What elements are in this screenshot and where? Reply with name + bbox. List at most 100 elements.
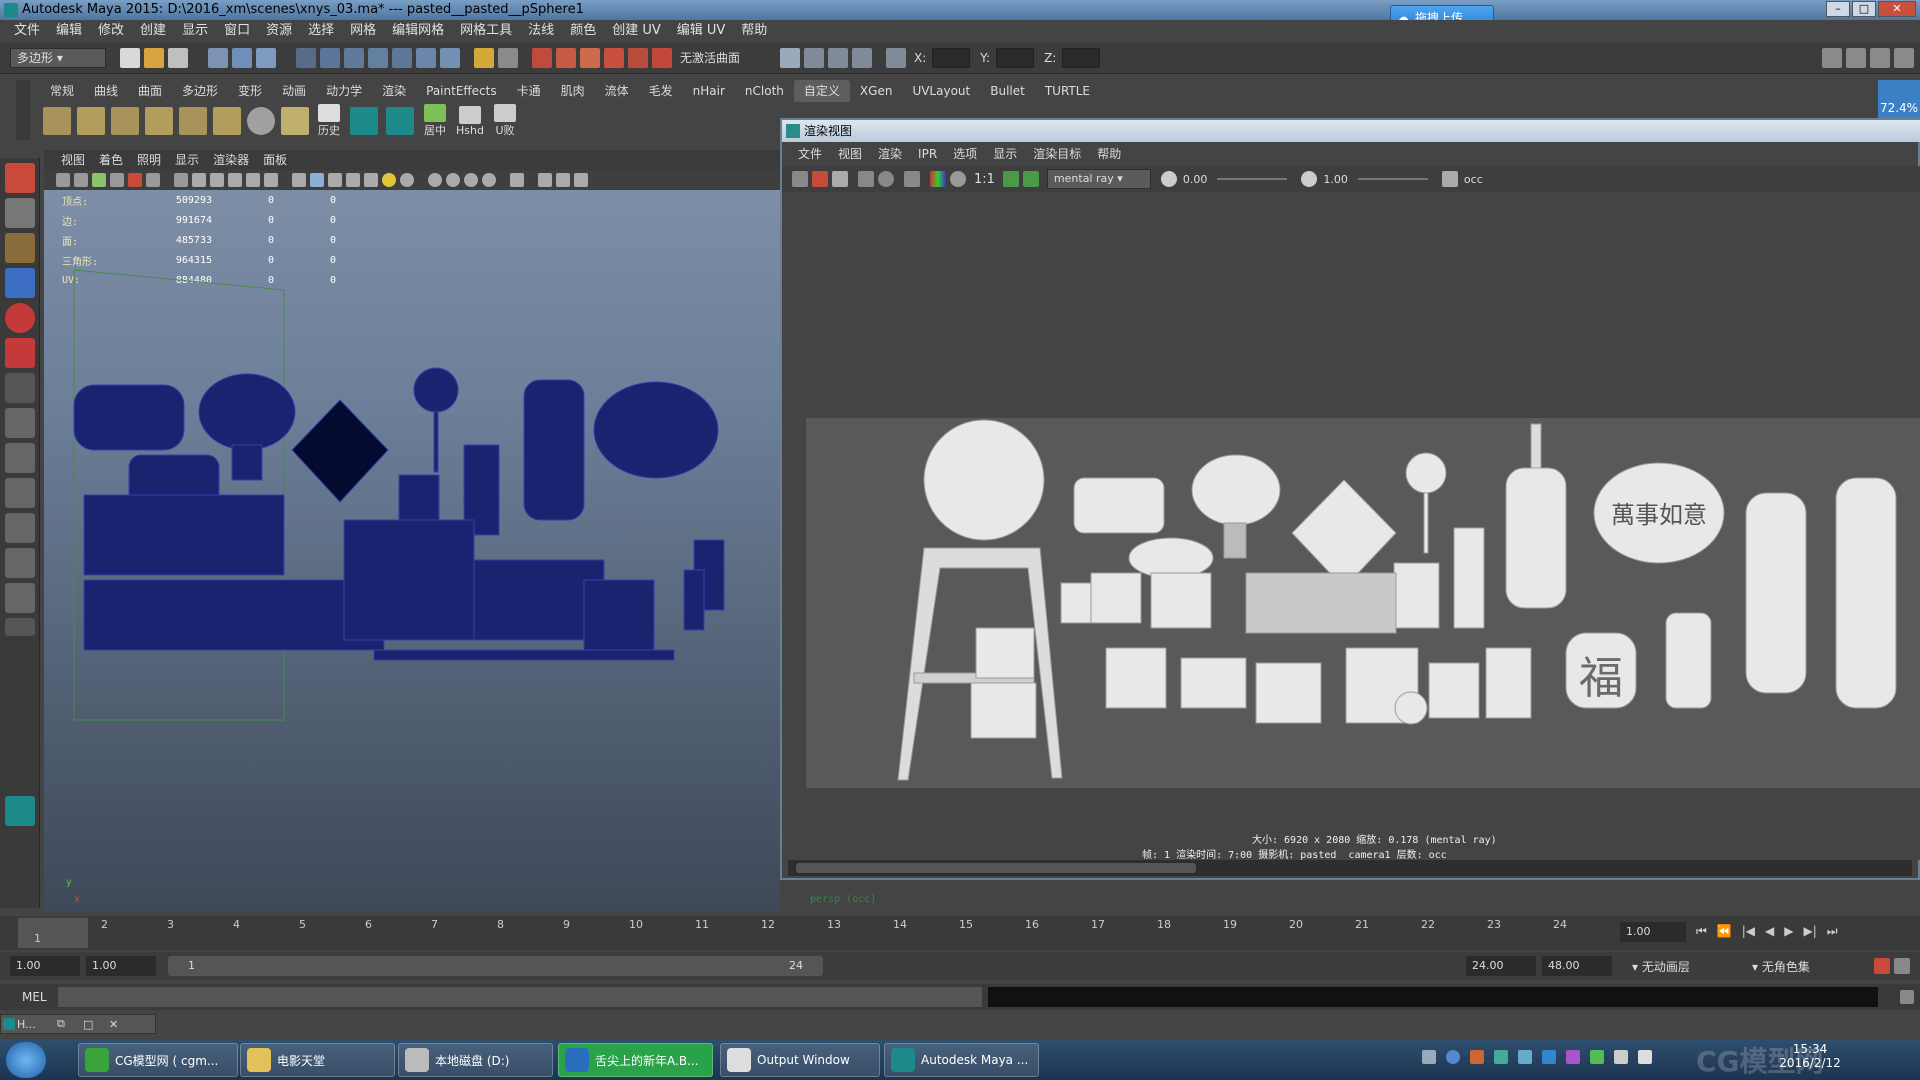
field-chart-icon[interactable] bbox=[210, 173, 224, 187]
shelf-tool-icon[interactable] bbox=[43, 107, 71, 135]
menu-mesh[interactable]: 网格 bbox=[342, 20, 384, 42]
tray-icon[interactable] bbox=[1422, 1050, 1436, 1064]
maya-shelf-icon[interactable] bbox=[386, 107, 414, 135]
shelf-history-button[interactable]: 历史 bbox=[316, 104, 342, 138]
rv-menu-options[interactable]: 选项 bbox=[945, 144, 985, 164]
magnet-icon[interactable] bbox=[474, 47, 494, 68]
remove-image-icon[interactable] bbox=[1022, 171, 1039, 187]
rv-menu-display[interactable]: 显示 bbox=[985, 144, 1025, 164]
xray-icon[interactable] bbox=[482, 173, 496, 187]
render-frame-icon[interactable] bbox=[532, 47, 552, 68]
tray-icon[interactable] bbox=[1470, 1050, 1484, 1064]
history-icon[interactable] bbox=[416, 47, 436, 68]
tab-toon[interactable]: 卡通 bbox=[507, 80, 551, 102]
new-scene-icon[interactable] bbox=[120, 47, 140, 68]
rv-menu-help[interactable]: 帮助 bbox=[1089, 144, 1129, 164]
tab-polygons[interactable]: 多边形 bbox=[172, 80, 228, 102]
gamma-value[interactable]: 1.00 bbox=[1323, 173, 1348, 186]
taskbar-item[interactable]: CG模型网 ( cgm... bbox=[78, 1043, 238, 1077]
menu-normals[interactable]: 法线 bbox=[520, 20, 562, 42]
menu-file[interactable]: 文件 bbox=[6, 20, 48, 42]
menu-help[interactable]: 帮助 bbox=[733, 20, 775, 42]
step-back-key-icon[interactable]: |◀ bbox=[1742, 924, 1755, 939]
ipr-icon[interactable] bbox=[858, 171, 874, 187]
menu-mesh-tools[interactable]: 网格工具 bbox=[452, 20, 520, 42]
lasso-tool-icon[interactable] bbox=[5, 198, 35, 228]
vp-menu-renderer[interactable]: 渲染器 bbox=[206, 150, 256, 170]
keep-image-icon[interactable] bbox=[1002, 171, 1019, 187]
shelf-tool-icon[interactable] bbox=[111, 107, 139, 135]
layout-outliner-icon[interactable] bbox=[5, 513, 35, 543]
wechat-tray-icon[interactable] bbox=[1590, 1050, 1604, 1064]
construction-history-icon[interactable] bbox=[498, 47, 518, 68]
tab-deformation[interactable]: 变形 bbox=[228, 80, 272, 102]
help-tray-icon[interactable] bbox=[1446, 1050, 1460, 1064]
tab-fluids[interactable]: 流体 bbox=[595, 80, 639, 102]
maximize-icon[interactable]: □ bbox=[83, 1018, 109, 1031]
tab-surfaces[interactable]: 曲面 bbox=[128, 80, 172, 102]
step-forward-key-icon[interactable]: ▶| bbox=[1804, 924, 1817, 939]
select-tool-icon[interactable] bbox=[5, 163, 35, 193]
taskbar-item[interactable]: 舌尖上的新年A.B... bbox=[558, 1043, 713, 1077]
layout-four-icon[interactable] bbox=[5, 443, 35, 473]
shelf-tool-icon[interactable] bbox=[213, 107, 241, 135]
tray-icon[interactable] bbox=[1494, 1050, 1508, 1064]
tray-icon[interactable] bbox=[1566, 1050, 1580, 1064]
last-tool-icon[interactable] bbox=[5, 373, 35, 403]
menu-color[interactable]: 颜色 bbox=[562, 20, 604, 42]
select-component-icon[interactable] bbox=[256, 47, 276, 68]
end-time-field[interactable]: 48.00 bbox=[1542, 956, 1612, 976]
menu-select[interactable]: 选择 bbox=[300, 20, 342, 42]
render-layer-value[interactable]: occ bbox=[1464, 173, 1483, 186]
layout-custom-icon[interactable] bbox=[5, 583, 35, 613]
film-gate-icon[interactable] bbox=[146, 173, 160, 187]
shelf-tool-icon[interactable] bbox=[281, 107, 309, 135]
anim-layer-dropdown[interactable]: ▾ 无动画层 bbox=[1632, 958, 1742, 975]
play-forward-icon[interactable]: ▶ bbox=[1784, 924, 1793, 939]
rv-menu-render-target[interactable]: 渲染目标 bbox=[1025, 144, 1089, 164]
tab-rendering[interactable]: 渲染 bbox=[372, 80, 416, 102]
network-tray-icon[interactable] bbox=[1614, 1050, 1628, 1064]
tab-curves[interactable]: 曲线 bbox=[84, 80, 128, 102]
go-to-end-icon[interactable]: ⏭ bbox=[1827, 924, 1838, 939]
select-object-icon[interactable] bbox=[232, 47, 252, 68]
tab-bullet[interactable]: Bullet bbox=[980, 80, 1035, 102]
minimized-window[interactable]: H... ⧉ □ ✕ bbox=[0, 1014, 156, 1034]
image-plane-icon[interactable] bbox=[110, 173, 124, 187]
resolution-gate-icon[interactable] bbox=[174, 173, 188, 187]
scrollbar-thumb[interactable] bbox=[796, 863, 1196, 873]
hypershade-icon[interactable] bbox=[604, 47, 624, 68]
shelf-options[interactable] bbox=[16, 80, 30, 140]
tool-settings-icon[interactable] bbox=[1870, 47, 1890, 68]
smooth-shade-icon[interactable] bbox=[292, 173, 306, 187]
wireframe-icon[interactable] bbox=[264, 173, 278, 187]
mode-selector[interactable]: 多边形 ▾ bbox=[10, 47, 106, 68]
layout-single-icon[interactable] bbox=[5, 408, 35, 438]
shelf-center-button[interactable]: 居中 bbox=[422, 104, 448, 138]
tray-icon[interactable] bbox=[1542, 1050, 1556, 1064]
render-view-scrollbar[interactable] bbox=[788, 860, 1912, 876]
xray-joints-icon[interactable] bbox=[538, 173, 552, 187]
time-slider[interactable]: 1 2 3 4 5 6 7 8 9 10 11 12 13 14 15 16 1… bbox=[0, 916, 1920, 950]
paint-tool-icon[interactable] bbox=[5, 233, 35, 263]
textured-icon[interactable] bbox=[328, 173, 342, 187]
playback-end-field[interactable]: 24.00 bbox=[1466, 956, 1536, 976]
anti-alias-icon[interactable] bbox=[446, 173, 460, 187]
anim-prefs-icon[interactable] bbox=[1894, 958, 1910, 974]
go-to-start-icon[interactable]: ⏮ bbox=[1696, 924, 1707, 939]
use-lights-icon[interactable] bbox=[346, 173, 360, 187]
select-hierarchy-icon[interactable] bbox=[208, 47, 228, 68]
render-view-area[interactable]: 萬事如意 福 bbox=[782, 192, 1920, 860]
shadows-icon[interactable] bbox=[364, 173, 378, 187]
menu-assets[interactable]: 资源 bbox=[258, 20, 300, 42]
vp-menu-view[interactable]: 视图 bbox=[54, 150, 92, 170]
minimize-button[interactable]: – bbox=[1826, 1, 1850, 17]
menu-edit-uv[interactable]: 编辑 UV bbox=[669, 20, 734, 42]
camera-attr-icon[interactable] bbox=[74, 173, 88, 187]
menu-create[interactable]: 创建 bbox=[132, 20, 174, 42]
snap-plane-icon[interactable] bbox=[368, 47, 388, 68]
isolate-select-icon[interactable] bbox=[510, 173, 524, 187]
snap-grid-icon[interactable] bbox=[296, 47, 316, 68]
bookmark-icon[interactable] bbox=[92, 173, 106, 187]
live-surface-icon[interactable] bbox=[652, 47, 672, 68]
